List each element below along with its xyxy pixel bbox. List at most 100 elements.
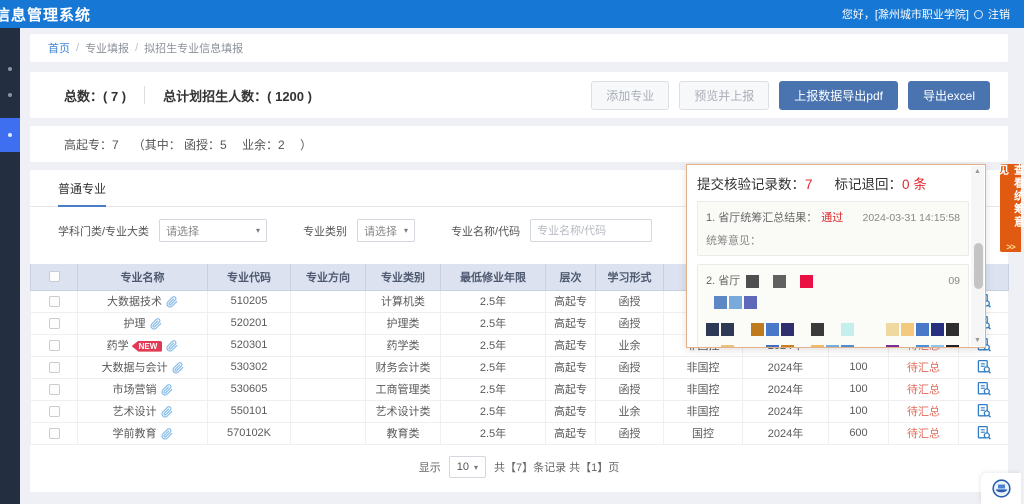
view-detail-icon[interactable] bbox=[976, 403, 992, 419]
records-summary: 共【7】条记录 共【1】页 bbox=[494, 459, 619, 475]
study-form: 函授 bbox=[596, 378, 664, 400]
sidebar-item-1[interactable] bbox=[0, 56, 20, 82]
view-detail-icon[interactable] bbox=[976, 381, 992, 397]
column-header: 层次 bbox=[546, 264, 596, 290]
toolbar-buttons: 添加专业 预览并上报 上报数据导出pdf 导出excel bbox=[591, 81, 990, 110]
tab-normal-major[interactable]: 普通专业 bbox=[58, 180, 106, 207]
page-size-select[interactable]: 10▾ bbox=[449, 456, 486, 478]
breadcrumb-item[interactable]: 拟招生专业信息填报 bbox=[144, 40, 243, 56]
censored-block bbox=[931, 323, 944, 336]
sidebar-item-active[interactable] bbox=[0, 118, 20, 152]
censored-block bbox=[886, 323, 899, 336]
breadcrumb-item[interactable]: 专业填报 bbox=[85, 40, 129, 56]
state-control: 国控 bbox=[664, 422, 743, 444]
censored-block bbox=[744, 296, 757, 309]
plan-count: 100 bbox=[829, 356, 889, 378]
logout-link[interactable]: 注销 bbox=[988, 6, 1010, 22]
censored-block bbox=[811, 323, 824, 336]
export-pdf-button[interactable]: 上报数据导出pdf bbox=[779, 81, 898, 110]
status-badge: 待汇总 bbox=[889, 378, 959, 400]
sidebar-item-2[interactable] bbox=[0, 82, 20, 108]
censored-block bbox=[714, 296, 727, 309]
censored-block bbox=[871, 345, 884, 348]
censored-block bbox=[736, 323, 749, 336]
censored-block bbox=[871, 323, 884, 336]
major-category: 计算机类 bbox=[366, 290, 441, 312]
edit-paperclip-icon[interactable] bbox=[161, 406, 173, 418]
censored-block bbox=[826, 345, 839, 348]
state-control: 非国控 bbox=[664, 356, 743, 378]
logout-power-icon[interactable] bbox=[974, 10, 983, 19]
censored-block bbox=[751, 345, 764, 348]
edit-paperclip-icon[interactable] bbox=[172, 362, 184, 374]
floating-widget-button[interactable] bbox=[981, 473, 1021, 504]
view-coordination-opinions-tab[interactable]: 查看统筹意见 >> bbox=[1000, 164, 1021, 252]
sidebar bbox=[0, 28, 20, 504]
breadcrumb: 首页/专业填报/拟招生专业信息填报 bbox=[48, 40, 243, 56]
export-excel-button[interactable]: 导出excel bbox=[908, 81, 990, 110]
level: 高起专 bbox=[546, 422, 596, 444]
new-badge: NEW bbox=[132, 341, 163, 352]
row-checkbox[interactable] bbox=[49, 318, 60, 329]
breadcrumb-separator: / bbox=[135, 42, 138, 54]
censored-block bbox=[946, 323, 959, 336]
row-checkbox[interactable] bbox=[49, 428, 60, 439]
censored-block bbox=[811, 345, 824, 348]
add-major-button[interactable]: 添加专业 bbox=[591, 81, 669, 110]
level: 高起专 bbox=[546, 334, 596, 356]
censored-block bbox=[781, 323, 794, 336]
stats-card: 总数：( 7 ) 总计划招生人数：( 1200 ) 添加专业 预览并上报 上报数… bbox=[30, 72, 1008, 118]
preview-submit-button[interactable]: 预览并上报 bbox=[679, 81, 769, 110]
censored-block bbox=[729, 296, 742, 309]
major-code: 520201 bbox=[208, 312, 291, 334]
censored-inline-blocks bbox=[746, 275, 813, 288]
censored-block bbox=[796, 345, 809, 348]
edit-paperclip-icon[interactable] bbox=[161, 428, 173, 440]
censored-block bbox=[841, 323, 854, 336]
plan-year: 2024年 bbox=[743, 378, 829, 400]
divider bbox=[144, 86, 145, 104]
censored-block bbox=[886, 345, 899, 348]
breadcrumb-card: 首页/专业填报/拟招生专业信息填报 bbox=[30, 34, 1008, 62]
plan-count: 总计划招生人数：( 1200 ) bbox=[163, 86, 312, 105]
status-badge: 待汇总 bbox=[889, 422, 959, 444]
breadcrumb-item[interactable]: 首页 bbox=[48, 40, 70, 56]
select-all-checkbox[interactable] bbox=[49, 271, 60, 282]
censored-block bbox=[946, 345, 959, 348]
screen: 信息管理系统 您好，[滁州城市职业学院] 注销 首页/专业填报/拟招生专业信息填… bbox=[0, 0, 1024, 504]
major-name: 大数据技术 bbox=[107, 296, 162, 308]
view-detail-icon[interactable] bbox=[976, 425, 992, 441]
view-detail-icon[interactable] bbox=[976, 359, 992, 375]
row-checkbox[interactable] bbox=[49, 384, 60, 395]
pagination: 显示 10▾ 共【7】条记录 共【1】页 bbox=[30, 456, 1008, 478]
major-direction bbox=[291, 422, 366, 444]
major-name-input[interactable] bbox=[530, 219, 652, 242]
row-checkbox[interactable] bbox=[49, 340, 60, 351]
level-summary-detail: （其中： 函授：5 业余：2 ） bbox=[133, 136, 312, 153]
user-area: 您好，[滁州城市职业学院] 注销 bbox=[842, 6, 1010, 22]
scroll-down-icon[interactable]: ▼ bbox=[974, 337, 981, 344]
level: 高起专 bbox=[546, 356, 596, 378]
row-checkbox[interactable] bbox=[49, 406, 60, 417]
category-select[interactable]: 请选择▾ bbox=[357, 219, 415, 242]
major-name: 市场营销 bbox=[113, 384, 157, 396]
name-filter-label: 专业名称/代码 bbox=[451, 223, 520, 239]
scroll-up-icon[interactable]: ▲ bbox=[974, 168, 981, 175]
review-timestamp-fragment: 09 bbox=[948, 275, 960, 287]
censored-block bbox=[746, 275, 759, 288]
subject-select[interactable]: 请选择▾ bbox=[159, 219, 267, 242]
major-category: 工商管理类 bbox=[366, 378, 441, 400]
censored-block bbox=[706, 323, 719, 336]
row-checkbox[interactable] bbox=[49, 362, 60, 373]
plan-count: 600 bbox=[829, 422, 889, 444]
top-header: 信息管理系统 您好，[滁州城市职业学院] 注销 bbox=[0, 0, 1024, 28]
submit-count: 7 bbox=[805, 177, 813, 192]
major-category: 教育类 bbox=[366, 422, 441, 444]
column-header: 专业类别 bbox=[366, 264, 441, 290]
edit-paperclip-icon[interactable] bbox=[161, 384, 173, 396]
popup-scroll-thumb[interactable] bbox=[974, 243, 983, 289]
edit-paperclip-icon[interactable] bbox=[166, 340, 178, 352]
edit-paperclip-icon[interactable] bbox=[150, 318, 162, 330]
edit-paperclip-icon[interactable] bbox=[166, 296, 178, 308]
row-checkbox[interactable] bbox=[49, 296, 60, 307]
